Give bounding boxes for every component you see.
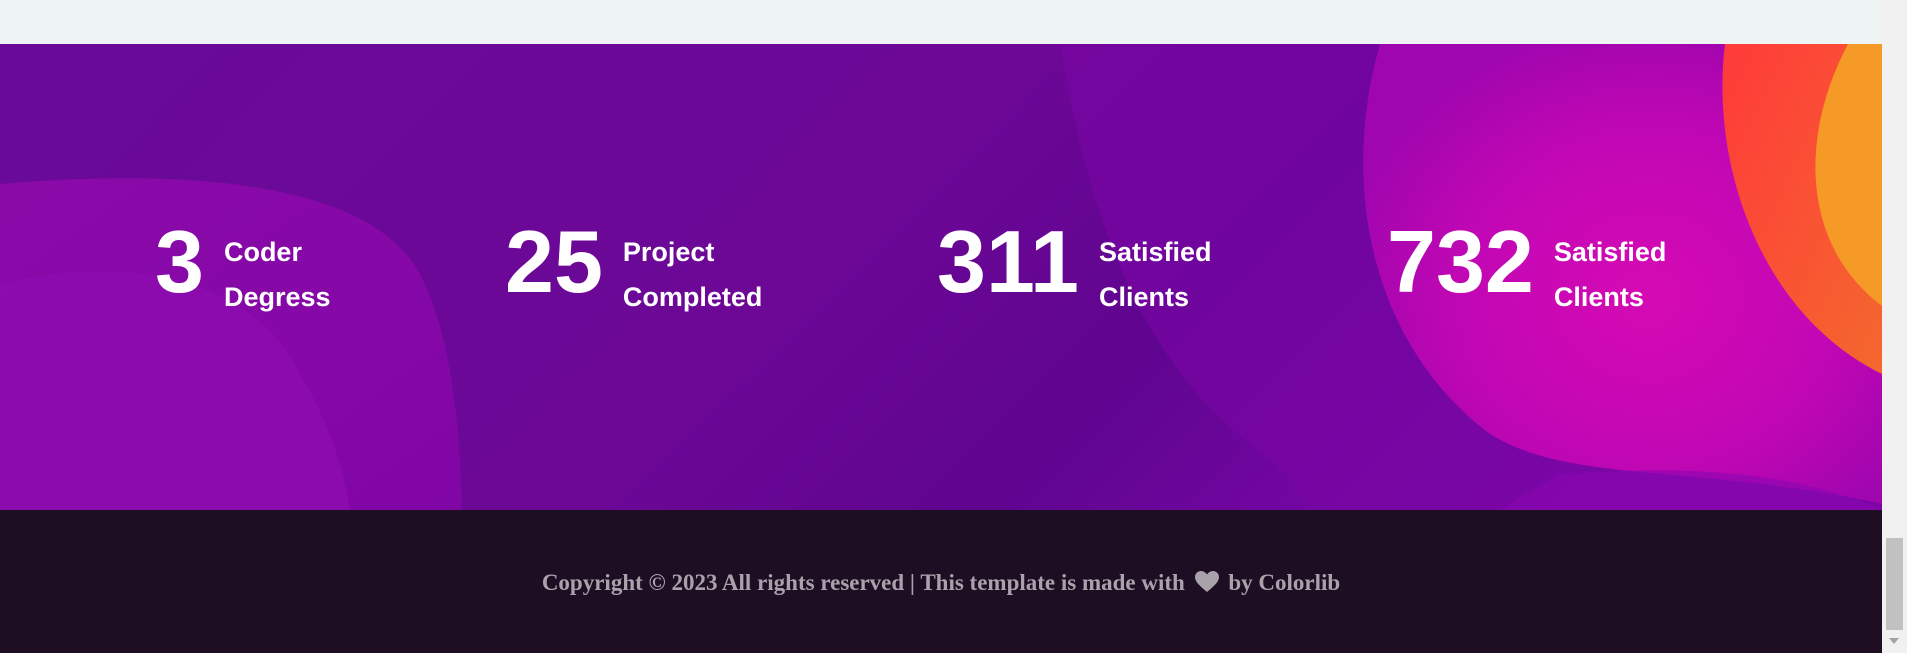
vertical-scrollbar[interactable] [1882, 0, 1907, 653]
stat-label: Project Completed [623, 230, 763, 320]
stat-label: Coder Degress [224, 230, 331, 320]
copyright-text: Copyright © 2023 All rights reserved | T… [0, 570, 1882, 596]
stat-label-line1: Project [622, 237, 715, 267]
stat-label-line1: Satisfied [1098, 237, 1212, 267]
stat-label-line1: Satisfied [1553, 237, 1667, 267]
stats-section: 3 Coder Degress 25 Project Completed 311… [0, 44, 1882, 510]
stat-coder-degrees: 3 Coder Degress [155, 212, 331, 320]
stat-label-line2: Clients [1098, 282, 1189, 312]
stat-satisfied-clients: 311 Satisfied Clients [937, 212, 1212, 320]
stat-number: 311 [937, 212, 1079, 311]
stat-number: 732 [1387, 212, 1534, 311]
stat-label: Satisfied Clients [1099, 230, 1212, 320]
stat-satisfied-clients-2: 732 Satisfied Clients [1387, 212, 1667, 320]
stat-label-line2: Clients [1553, 282, 1644, 312]
stat-label-line2: Degress [223, 282, 331, 312]
scrollbar-thumb[interactable] [1886, 538, 1903, 630]
stat-number: 25 [505, 212, 603, 311]
footer: Copyright © 2023 All rights reserved | T… [0, 510, 1882, 653]
stat-number: 3 [155, 212, 204, 311]
top-strip [0, 0, 1882, 44]
scroll-down-arrow-icon[interactable] [1889, 638, 1899, 644]
stat-projects-completed: 25 Project Completed [505, 212, 763, 320]
colorlib-link[interactable]: by Colorlib [1228, 570, 1340, 595]
stat-label-line2: Completed [622, 282, 763, 312]
copyright-prefix: Copyright © 2023 All rights reserved | T… [541, 570, 1185, 595]
stat-label: Satisfied Clients [1554, 230, 1667, 320]
heart-icon [1194, 571, 1219, 593]
stat-label-line1: Coder [223, 237, 302, 267]
